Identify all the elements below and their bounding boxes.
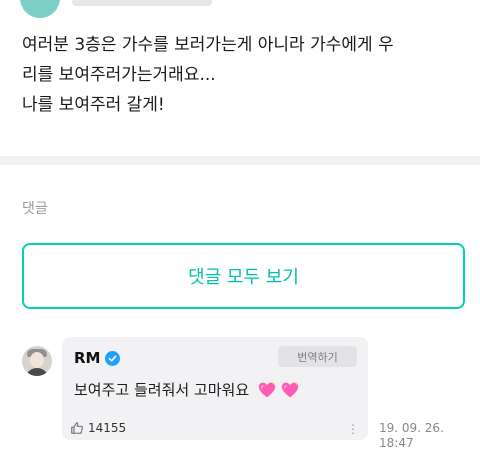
comment-card: RM 번역하기 보여주고 들려줘서 고마워요 14155 ⋮ <box>62 337 368 440</box>
comment-text: 보여주고 들려줘서 고마워요 <box>74 381 250 399</box>
like-count: 14155 <box>88 421 127 435</box>
translate-button[interactable]: 번역하기 <box>278 346 357 367</box>
comment-author-name[interactable]: RM <box>74 349 100 367</box>
comment-author-row: RM <box>74 349 121 367</box>
sparkling-heart-icon <box>281 381 299 397</box>
comment-author-avatar[interactable] <box>22 346 52 376</box>
emoji-group <box>257 381 300 399</box>
section-divider <box>0 156 480 165</box>
view-all-comments-label: 댓글 모두 보기 <box>188 267 299 288</box>
post-author-avatar[interactable] <box>20 0 60 18</box>
thumbs-up-icon <box>71 422 83 434</box>
comment-timestamp: 19. 09. 26. 18:47 <box>379 421 444 450</box>
verified-badge-icon <box>105 350 121 366</box>
post-body-text: 여러분 3층은 가수를 보러가는게 아니라 가수에게 우 리를 보여주러가는거래… <box>22 35 394 115</box>
more-options-icon[interactable]: ⋮ <box>347 423 359 435</box>
comment-text-row: 보여주고 들려줘서 고마워요 <box>74 379 300 400</box>
view-all-comments-button[interactable]: 댓글 모두 보기 <box>22 243 465 309</box>
sparkling-heart-icon <box>258 381 276 397</box>
like-button[interactable]: 14155 <box>70 421 126 435</box>
post-author-name <box>72 0 212 6</box>
translate-button-label: 번역하기 <box>297 350 338 364</box>
comments-section-label: 댓글 <box>22 201 48 217</box>
